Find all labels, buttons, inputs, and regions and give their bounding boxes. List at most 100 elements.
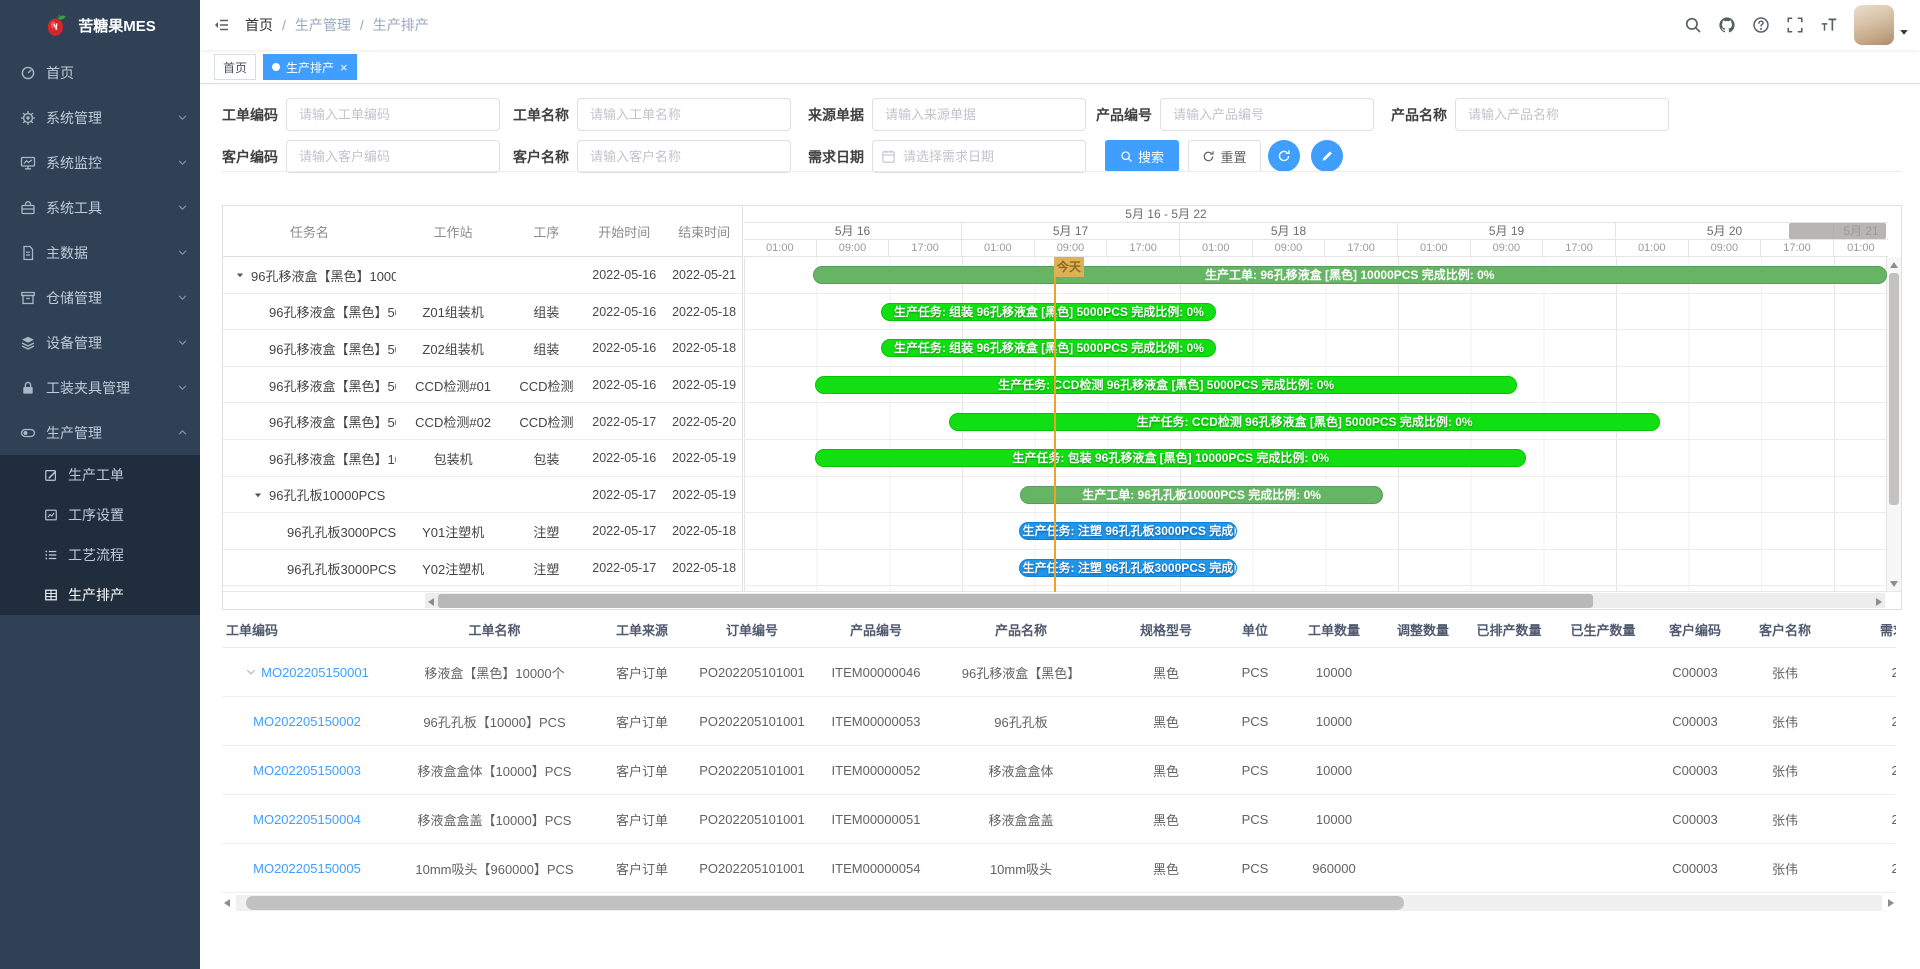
work-order-link[interactable]: MO202205150004	[253, 812, 361, 827]
avatar[interactable]	[1854, 5, 1894, 45]
sidebar-item[interactable]: 系统工具	[0, 185, 200, 230]
sidebar-item[interactable]: 设备管理	[0, 320, 200, 365]
filter-input[interactable]	[872, 98, 1086, 131]
breadcrumb-home[interactable]: 首页	[245, 15, 273, 35]
table-header-row: 工单编码 工单名称 工单来源 订单编号 产品编号 产品名称 规格型号 单位 工单…	[222, 612, 1896, 648]
gantt-task-row[interactable]: 96孔移液盒【黑色】5000PCS CCD检测#01 CCD检测 2022-05…	[223, 367, 742, 404]
scroll-right-icon[interactable]	[1888, 899, 1894, 907]
tree-caret-icon[interactable]	[253, 490, 263, 500]
table-row[interactable]: MO202205150003 移液盒盒体【10000】PCS 客户订单 PO20…	[222, 746, 1896, 795]
timeline-scroll-thumb[interactable]	[1789, 223, 1886, 239]
task-station: Y02注塑机	[396, 559, 511, 578]
search-icon[interactable]	[1676, 0, 1710, 50]
divider	[222, 171, 1902, 172]
edit-button[interactable]	[1311, 140, 1343, 172]
gantt-task-row[interactable]: 96孔移液盒【黑色】5000PCS Z01组装机 组装 2022-05-16 2…	[223, 294, 742, 331]
filter-input[interactable]	[577, 98, 791, 131]
gantt-bar[interactable]: 生产任务: 包装 96孔移液盒 [黑色] 10000PCS 完成比例: 0%	[815, 449, 1527, 467]
sidebar-subitem[interactable]: 生产排产	[0, 575, 200, 615]
gantt-task-row[interactable]: 96孔移液盒【黑色】5000PCS Z02组装机 组装 2022-05-16 2…	[223, 330, 742, 367]
gantt-vertical-scrollbar[interactable]	[1886, 257, 1901, 592]
filter-label: 客户名称	[513, 147, 577, 167]
gantt-task-row[interactable]: 96孔移液盒【黑色】5000PCS CCD检测#02 CCD检测 2022-05…	[223, 403, 742, 440]
sidebar-item-icon	[20, 380, 36, 396]
tree-caret-icon[interactable]	[235, 270, 245, 280]
table-row[interactable]: MO202205150002 96孔孔板【10000】PCS 客户订单 PO20…	[222, 697, 1896, 746]
search-button[interactable]: 搜索	[1105, 140, 1179, 172]
gantt-bar[interactable]: 生产任务: 注塑 96孔孔板3000PCS 完成比例: 0%	[1019, 522, 1238, 540]
filter-input[interactable]	[286, 140, 500, 173]
filter-input[interactable]	[1160, 98, 1374, 131]
font-size-icon[interactable]	[1812, 0, 1846, 50]
sidebar-item[interactable]: 工装夹具管理	[0, 365, 200, 410]
task-station: Y01注塑机	[396, 522, 511, 541]
caret-down-icon[interactable]	[1898, 26, 1910, 38]
work-order-link[interactable]: MO202205150005	[253, 861, 361, 876]
task-name: 96孔移液盒【黑色】10000PCS	[251, 266, 396, 285]
table-horizontal-scrollbar[interactable]	[222, 895, 1896, 911]
table-header-cell: 已排产数量	[1463, 620, 1555, 639]
sidebar-item[interactable]: 系统监控	[0, 140, 200, 185]
sidebar-subitem[interactable]: 生产工单	[0, 455, 200, 495]
gantt-bar[interactable]: 生产任务: 注塑 96孔孔板3000PCS 完成比例: 0%	[1019, 559, 1238, 577]
tab[interactable]: 生产排产 ×	[263, 54, 357, 80]
sidebar-fold-icon[interactable]	[213, 17, 230, 33]
tab[interactable]: 首页	[214, 54, 256, 80]
filter-input[interactable]	[286, 98, 500, 131]
gantt-bar[interactable]: 生产工单: 96孔孔板10000PCS 完成比例: 0%	[1020, 486, 1384, 504]
fullscreen-icon[interactable]	[1778, 0, 1812, 50]
table-row[interactable]: MO202205150005 10mm吸头【960000】PCS 客户订单 PO…	[222, 844, 1896, 893]
work-order-link[interactable]: MO202205150001	[261, 665, 369, 680]
scroll-thumb[interactable]	[246, 896, 1404, 910]
refresh-gantt-button[interactable]	[1268, 140, 1300, 172]
sidebar-subitem-label: 生产排产	[68, 585, 124, 605]
filter-input[interactable]	[577, 140, 791, 173]
gantt-bar[interactable]: 生产任务: CCD检测 96孔移液盒 [黑色] 5000PCS 完成比例: 0%	[815, 376, 1517, 394]
sidebar-item[interactable]: 生产管理	[0, 410, 200, 455]
sidebar-subitem[interactable]: 工序设置	[0, 495, 200, 535]
table-header-cell: 工单数量	[1285, 620, 1383, 639]
scroll-thumb[interactable]	[438, 594, 1593, 608]
gantt-bar[interactable]: 生产任务: 组装 96孔移液盒 [黑色] 5000PCS 完成比例: 0%	[881, 303, 1216, 321]
cell-name: 96孔孔板【10000】PCS	[392, 712, 597, 731]
scroll-left-icon[interactable]	[224, 899, 230, 907]
scroll-left-icon[interactable]	[428, 598, 434, 606]
filter-panel: 工单编码 工单名称 来源单据	[200, 84, 1920, 205]
sidebar-item[interactable]: 仓储管理	[0, 275, 200, 320]
cell-name: 移液盒盒体【10000】PCS	[392, 761, 597, 780]
gantt-task-row[interactable]: 96孔移液盒【黑色】10000PCS 包装机 包装 2022-05-16 202…	[223, 440, 742, 477]
scroll-down-icon[interactable]	[1890, 581, 1898, 587]
work-order-link[interactable]: MO202205150002	[253, 714, 361, 729]
github-icon[interactable]	[1710, 0, 1744, 50]
gantt-task-row[interactable]: 96孔移液盒【黑色】10000PCS 2022-05-16 2022-05-21	[223, 257, 742, 294]
row-expand-chevron-icon[interactable]	[245, 666, 257, 678]
gantt-bar[interactable]: 生产任务: 组装 96孔移液盒 [黑色] 5000PCS 完成比例: 0%	[881, 339, 1216, 357]
gantt-grid: 任务名 工作站 工序 开始时间 结束时间 96孔移液盒【黑色】10000PCS	[223, 206, 743, 592]
gantt-horizontal-scrollbar[interactable]	[223, 591, 1901, 609]
chevron-icon	[177, 427, 188, 438]
cell-spec: 黑色	[1107, 859, 1225, 878]
sidebar-item[interactable]: 主数据	[0, 230, 200, 275]
scroll-up-icon[interactable]	[1890, 262, 1898, 268]
filter-input[interactable]	[1455, 98, 1669, 131]
table-row[interactable]: MO202205150004 移液盒盒盖【10000】PCS 客户订单 PO20…	[222, 795, 1896, 844]
sidebar-item[interactable]: 系统管理	[0, 95, 200, 140]
help-icon[interactable]	[1744, 0, 1778, 50]
scroll-thumb[interactable]	[1889, 273, 1899, 505]
gantt-bar[interactable]: 生产工单: 96孔移液盒 [黑色] 10000PCS 完成比例: 0%	[813, 266, 1887, 284]
sidebar-item-icon	[20, 245, 36, 261]
task-name: 96孔移液盒【黑色】5000PCS	[269, 302, 396, 321]
gantt-task-row[interactable]: 96孔孔板3000PCS Y01注塑机 注塑 2022-05-17 2022-0…	[223, 513, 742, 550]
sidebar-item[interactable]: 首页	[0, 50, 200, 95]
cell-item-no: ITEM00000054	[817, 861, 935, 876]
table-row[interactable]: MO202205150001 移液盒【黑色】10000个 客户订单 PO2022…	[222, 648, 1896, 697]
gantt-task-row[interactable]: 96孔孔板10000PCS 2022-05-17 2022-05-19	[223, 477, 742, 514]
tab-close-icon[interactable]: ×	[340, 61, 348, 74]
work-order-link[interactable]: MO202205150003	[253, 763, 361, 778]
sidebar-subitem[interactable]: 工艺流程	[0, 535, 200, 575]
scroll-right-icon[interactable]	[1876, 598, 1882, 606]
breadcrumb-separator: /	[282, 17, 286, 33]
reset-button[interactable]: 重置	[1188, 140, 1261, 172]
filter-input[interactable]	[872, 140, 1086, 173]
gantt-task-row[interactable]: 96孔孔板3000PCS Y02注塑机 注塑 2022-05-17 2022-0…	[223, 550, 742, 587]
